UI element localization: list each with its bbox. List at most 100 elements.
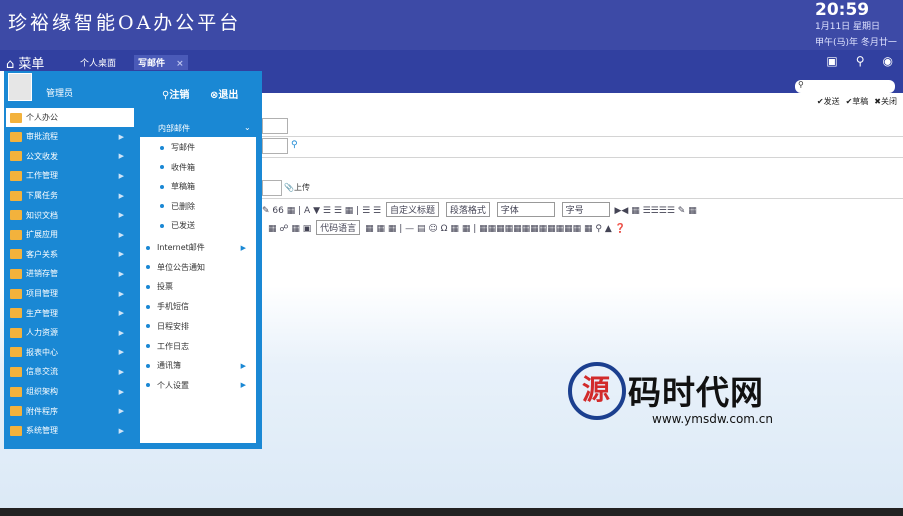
submenu-item[interactable]: 手机短信 <box>146 301 252 312</box>
submenu-mail-item[interactable]: 已发送 <box>160 220 195 231</box>
menu-item-icon <box>10 288 22 299</box>
sidebar-item[interactable]: 知识文档 ▶ <box>6 205 134 225</box>
chevron-right-icon: ▶ <box>118 191 124 200</box>
chevron-right-icon: ▶ <box>118 328 124 337</box>
submenu-mail-item[interactable]: 草稿箱 <box>160 181 195 192</box>
draft-button[interactable]: ✔草稿 <box>846 96 869 107</box>
submenu-item[interactable]: 日程安排 <box>146 321 252 332</box>
main-nav: 个人办公 审批流程 ▶ 公文收发 ▶ 工作管理 ▶ 下属任务 ▶ 知识文档 ▶ 扩展应用 ▶ 客户关系 ▶ 进… <box>6 108 134 441</box>
sidebar-item[interactable]: 客户关系 ▶ <box>6 245 134 265</box>
menu-item-icon <box>10 347 22 358</box>
chevron-down-icon: ⌄ <box>244 123 251 132</box>
sidebar-item[interactable]: 人力资源 ▶ <box>6 323 134 343</box>
user-circle-icon[interactable]: ◉ <box>883 54 893 68</box>
sidebar-item[interactable]: 审批流程 ▶ <box>6 127 134 147</box>
sidebar-item[interactable]: 公文收发 ▶ <box>6 147 134 167</box>
submenu-item[interactable]: 通讯簿 ▶ <box>146 360 252 371</box>
menu-item-icon <box>10 308 22 319</box>
pin-icon[interactable]: ⚲ <box>856 54 865 68</box>
submenu-item[interactable]: 投票 <box>146 281 252 292</box>
upload-button[interactable]: 📎上传 <box>284 182 310 193</box>
search-input[interactable] <box>795 80 895 93</box>
menu-item-icon <box>10 366 22 377</box>
sidebar-item[interactable]: 下属任务 ▶ <box>6 186 134 206</box>
toolbar-icon[interactable]: ✎ <box>262 206 270 216</box>
code-language-select[interactable]: 代码语言 <box>316 220 361 235</box>
menu-item-icon <box>10 425 22 436</box>
chevron-right-icon: ▶ <box>118 367 124 376</box>
menu-label: 菜单 <box>18 57 45 72</box>
submenu-mail-item[interactable]: 收件箱 <box>160 162 195 173</box>
close-button[interactable]: ✖关闭 <box>874 96 897 107</box>
menu-item-icon <box>10 386 22 397</box>
submenu-item-label: 收件箱 <box>171 162 195 172</box>
menu-item-icon <box>10 112 22 123</box>
cc-field[interactable] <box>262 138 288 154</box>
gift-icon[interactable]: ▣ <box>826 54 837 68</box>
sidebar-item-label: 工作管理 <box>26 171 58 181</box>
chevron-right-icon: ▶ <box>118 426 124 435</box>
sidebar-item-label: 下属任务 <box>26 191 58 201</box>
send-button[interactable]: ✔发送 <box>817 96 840 107</box>
logout-button[interactable]: ⚲注销 <box>162 86 189 101</box>
sidebar-item[interactable]: 扩展应用 ▶ <box>6 225 134 245</box>
submenu-item-label: 已发送 <box>171 221 195 230</box>
menu-button[interactable]: ⌂ 菜单 <box>6 53 44 72</box>
heading-select[interactable]: 自定义标题 <box>385 202 439 217</box>
sidebar-item[interactable]: 工作管理 ▶ <box>6 166 134 186</box>
bullet-icon <box>146 284 150 289</box>
submenu-item[interactable]: Internet邮件 ▶ <box>146 242 252 253</box>
chevron-right-icon: ▶ <box>118 152 124 161</box>
submenu-item-label: 投票 <box>157 282 173 292</box>
paragraph-select[interactable]: 段落格式 <box>445 202 490 217</box>
lunar-date-label: 甲午(马)年 冬月廿一 <box>815 38 897 48</box>
sidebar-item[interactable]: 报表中心 ▶ <box>6 343 134 363</box>
font-select[interactable]: 字体 <box>496 202 555 217</box>
sidebar-item-label: 知识文档 <box>26 210 58 220</box>
sidebar-item[interactable]: 进销存管 ▶ <box>6 264 134 284</box>
menu-item-icon <box>10 406 22 417</box>
submenu-mail-item[interactable]: 写邮件 <box>160 142 195 153</box>
attachment-field[interactable] <box>262 180 282 196</box>
sidebar-item-label: 人力资源 <box>26 328 58 338</box>
submenu-item-label: 手机短信 <box>157 302 189 312</box>
submenu-item-label: 写邮件 <box>171 143 195 152</box>
bullet-icon <box>160 204 164 208</box>
tab-compose-mail[interactable]: 写邮件 × <box>134 55 188 70</box>
chevron-right-icon: ▶ <box>118 132 124 141</box>
menu-item-icon <box>10 268 22 279</box>
chevron-right-icon: ▶ <box>118 269 124 278</box>
sidebar-item[interactable]: 系统管理 ▶ <box>6 421 134 441</box>
chevron-right-icon: ▶ <box>118 309 124 318</box>
menu-item-icon <box>10 131 22 142</box>
submenu-item[interactable]: 单位公告通知 <box>146 262 252 273</box>
size-select[interactable]: 字号 <box>561 202 610 217</box>
sidebar-item-label: 审批流程 <box>26 132 58 142</box>
home-icon: ⌂ <box>6 57 15 72</box>
sidebar-item[interactable]: 生产管理 ▶ <box>6 303 134 323</box>
submenu-item[interactable]: 工作日志 <box>146 341 252 352</box>
submenu-item[interactable]: 个人设置 ▶ <box>146 380 252 391</box>
sidebar-item[interactable]: 信息交流 ▶ <box>6 362 134 382</box>
bullet-icon <box>160 165 164 169</box>
sidebar-item[interactable]: 附件程序 ▶ <box>6 401 134 421</box>
sidebar-item-label: 生产管理 <box>26 308 58 318</box>
submenu-item-label: Internet邮件 <box>157 243 205 252</box>
sidebar-item-label: 附件程序 <box>26 406 58 416</box>
bullet-icon <box>160 223 164 228</box>
recipient-field[interactable] <box>262 118 288 134</box>
exit-button[interactable]: ⊗退出 <box>210 86 238 101</box>
menu-item-icon <box>10 327 22 338</box>
close-icon[interactable]: × <box>176 59 184 69</box>
tab-personal-desktop[interactable]: 个人桌面 <box>76 55 120 70</box>
divider <box>262 136 903 137</box>
sidebar-item[interactable]: 项目管理 ▶ <box>6 284 134 304</box>
search-contact-icon[interactable]: ⚲ <box>291 140 298 150</box>
sidebar-item[interactable]: 个人办公 <box>6 108 134 127</box>
submenu-header-internal-mail[interactable]: 内部邮件 ⌄ <box>140 118 256 137</box>
sidebar-item[interactable]: 组织架构 ▶ <box>6 382 134 402</box>
bullet-icon <box>146 245 150 250</box>
sidebar-item-label: 项目管理 <box>26 289 58 299</box>
bullet-icon <box>160 145 164 150</box>
submenu-mail-item[interactable]: 已删除 <box>160 201 195 212</box>
